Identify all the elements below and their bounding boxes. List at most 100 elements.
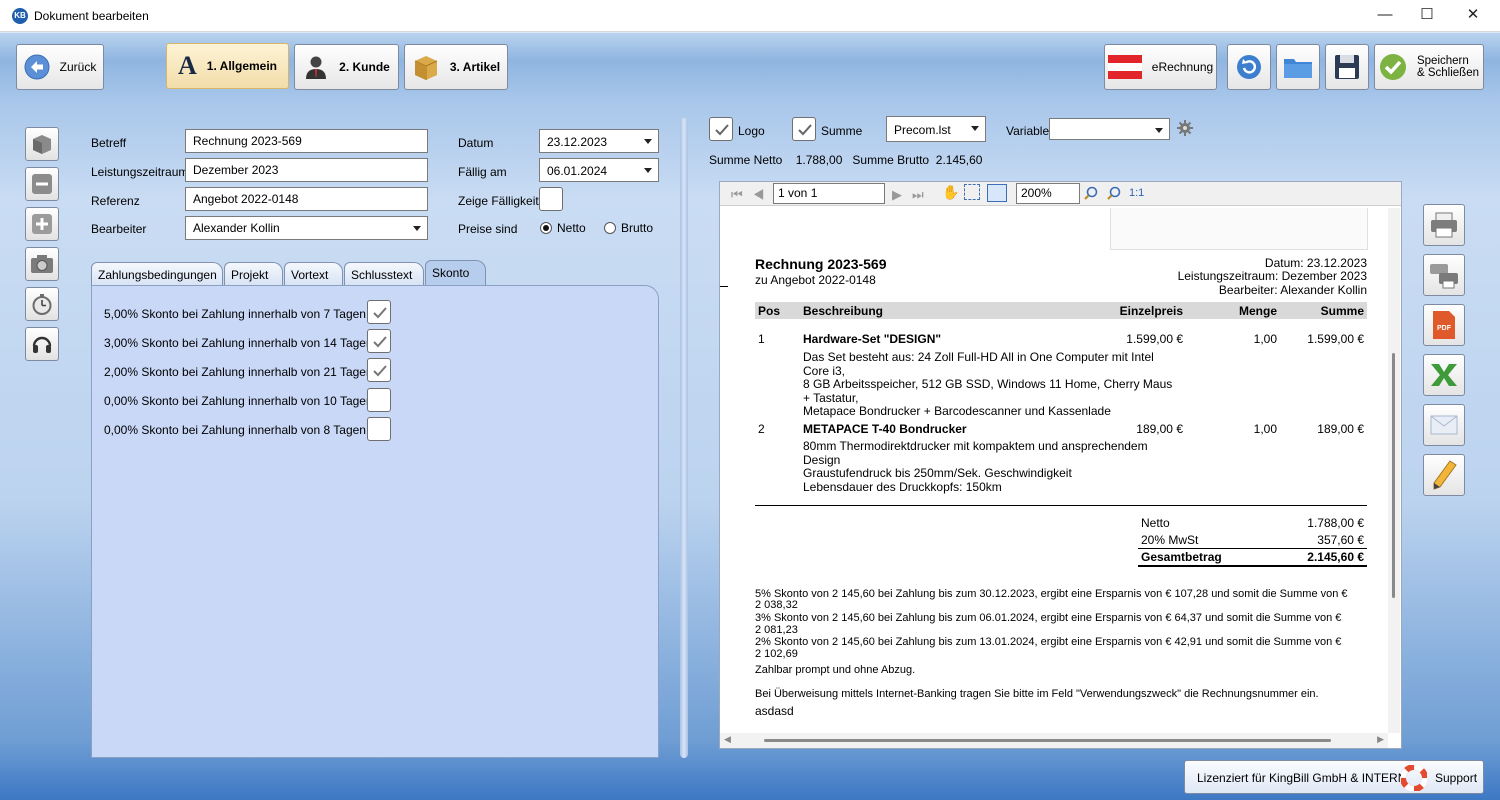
first-prev-icons[interactable]: ⏮◀ [731,187,774,203]
zoom-out-icon[interactable] [1107,186,1121,200]
tab-skonto[interactable]: Skonto [425,260,486,286]
referenz-label: Referenz [91,194,140,208]
skonto-line-3b: 2 102,69 [755,648,798,660]
skonto-row-1-checkbox[interactable] [367,300,391,324]
email-button[interactable] [1423,404,1465,446]
austria-flag-icon [1107,55,1142,79]
tab-allgemein[interactable]: A 1. Allgemein [166,43,289,89]
datum-label: Datum [458,136,494,150]
zoom-tool-icon[interactable] [987,184,1007,202]
tab-kunde[interactable]: 2. Kunde [294,44,399,90]
col-einzelpreis: Einzelpreis [1119,304,1183,318]
item-1-desc-2: Core i3, [803,364,846,378]
summe-label: Summe [821,124,863,138]
doc-title: Rechnung 2023-569 [755,256,887,272]
preview-hscroll[interactable]: ◀ ▶ [720,733,1388,748]
variable-select[interactable] [1049,118,1170,140]
fold-mark [720,286,728,287]
side-add-button[interactable] [25,207,59,241]
side-box-button[interactable] [25,127,59,161]
skonto-row-3-checkbox[interactable] [367,358,391,382]
app-logo-icon: KB [12,8,28,24]
extra-text: asdasd [755,704,794,718]
check-icon [715,124,729,136]
side-support-button[interactable] [25,327,59,361]
checkmark-icon [1379,54,1406,80]
logo-checkbox[interactable] [709,117,733,141]
doc-bearbeiter: Bearbeiter: Alexander Kollin [1218,283,1367,297]
faellig-picker[interactable]: 06.01.2024 [539,158,659,182]
zeige-faelligkeit-checkbox[interactable] [539,187,563,211]
zoom-in-icon[interactable] [1084,186,1098,200]
side-timer-button[interactable] [25,287,59,321]
person-icon [306,56,327,79]
side-remove-button[interactable] [25,167,59,201]
select-tool-icon[interactable] [964,184,980,200]
print-multiple-button[interactable] [1423,254,1465,296]
gesamt-label: Gesamtbetrag [1141,550,1222,564]
folder-button[interactable] [1276,44,1320,90]
zoom-select[interactable]: 200% [1016,183,1080,204]
pdf-button[interactable]: PDF [1423,304,1465,346]
item-2-price: 189,00 € [1136,422,1183,436]
license-text: Lizenziert für KingBill GmbH & INTERN [1197,771,1407,785]
pdf-icon: PDF [1433,311,1455,339]
col-menge: Menge [1238,304,1277,318]
betreff-input[interactable]: Rechnung 2023-569 [185,129,428,153]
brutto-radio[interactable] [604,222,616,234]
skonto-row-5-checkbox[interactable] [367,417,391,441]
skonto-row-1-label: 5,00% Skonto bei Zahlung innerhalb von 7… [104,307,366,321]
col-pos: Pos [758,304,781,318]
summe-checkbox[interactable] [792,117,816,141]
maximize-button[interactable]: ☐ [1404,0,1450,32]
tab-projekt[interactable]: Projekt [224,262,283,286]
actual-size-button[interactable]: 1:1 [1129,187,1144,199]
item-2-desc-4: Lebensdauer des Druckkopfs: 150km [803,480,1002,494]
back-label: Zurück [59,60,97,74]
tab-schlusstext[interactable]: Schlusstext [344,262,424,286]
logo-placeholder [1110,208,1368,250]
save-close-button[interactable]: Speichern & Schließen [1374,44,1484,90]
doc-datum: Datum: 23.12.2023 [1264,256,1367,270]
hand-tool-icon[interactable]: ✋ [942,184,959,201]
layout-select[interactable]: Precom.lst [886,116,986,142]
betreff-label: Betreff [91,136,127,150]
tab-artikel[interactable]: 3. Artikel [404,44,508,90]
window-title: Dokument bearbeiten [34,9,149,23]
leistungszeitraum-input[interactable]: Dezember 2023 [185,158,428,182]
side-camera-button[interactable] [25,247,59,281]
preview-vscroll[interactable] [1388,208,1400,733]
edit-button[interactable] [1423,454,1465,496]
box-icon [33,135,51,154]
page-select[interactable]: 1 von 1 [773,183,885,204]
support-link[interactable]: Support [1435,771,1477,785]
splitter[interactable] [680,118,688,758]
netto-radio[interactable] [540,222,552,234]
next-last-icons[interactable]: ▶⏭ [892,187,934,203]
erechnung-button[interactable]: eRechnung [1104,44,1217,90]
gesamt-value: 2.145,60 € [1307,550,1364,564]
tab-zahlungsbedingungen[interactable]: Zahlungsbedingungen [91,262,223,286]
back-button[interactable]: Zurück [16,44,104,90]
gear-icon[interactable] [1177,120,1193,136]
refresh-button[interactable] [1227,44,1271,90]
total-line [1138,548,1367,549]
save-button[interactable] [1325,44,1369,90]
skonto-row-4-checkbox[interactable] [367,388,391,412]
excel-button[interactable] [1423,354,1465,396]
skonto-line-3: 2% Skonto von 2 145,60 bei Zahlung bis z… [755,636,1342,648]
close-button[interactable]: ✕ [1450,0,1496,32]
minimize-button[interactable]: — [1362,0,1408,32]
logo-label: Logo [738,124,765,138]
table-divider [755,505,1367,506]
preise-label: Preise sind [458,222,518,236]
datum-picker[interactable]: 23.12.2023 [539,129,659,153]
check-icon [373,307,387,319]
tab-vortext[interactable]: Vortext [284,262,343,286]
print-button[interactable] [1423,204,1465,246]
referenz-input[interactable]: Angebot 2022-0148 [185,187,428,211]
lifebuoy-icon[interactable] [1401,765,1427,791]
bearbeiter-select[interactable]: Alexander Kollin [185,216,428,240]
check-icon [373,365,387,377]
skonto-row-2-checkbox[interactable] [367,329,391,353]
